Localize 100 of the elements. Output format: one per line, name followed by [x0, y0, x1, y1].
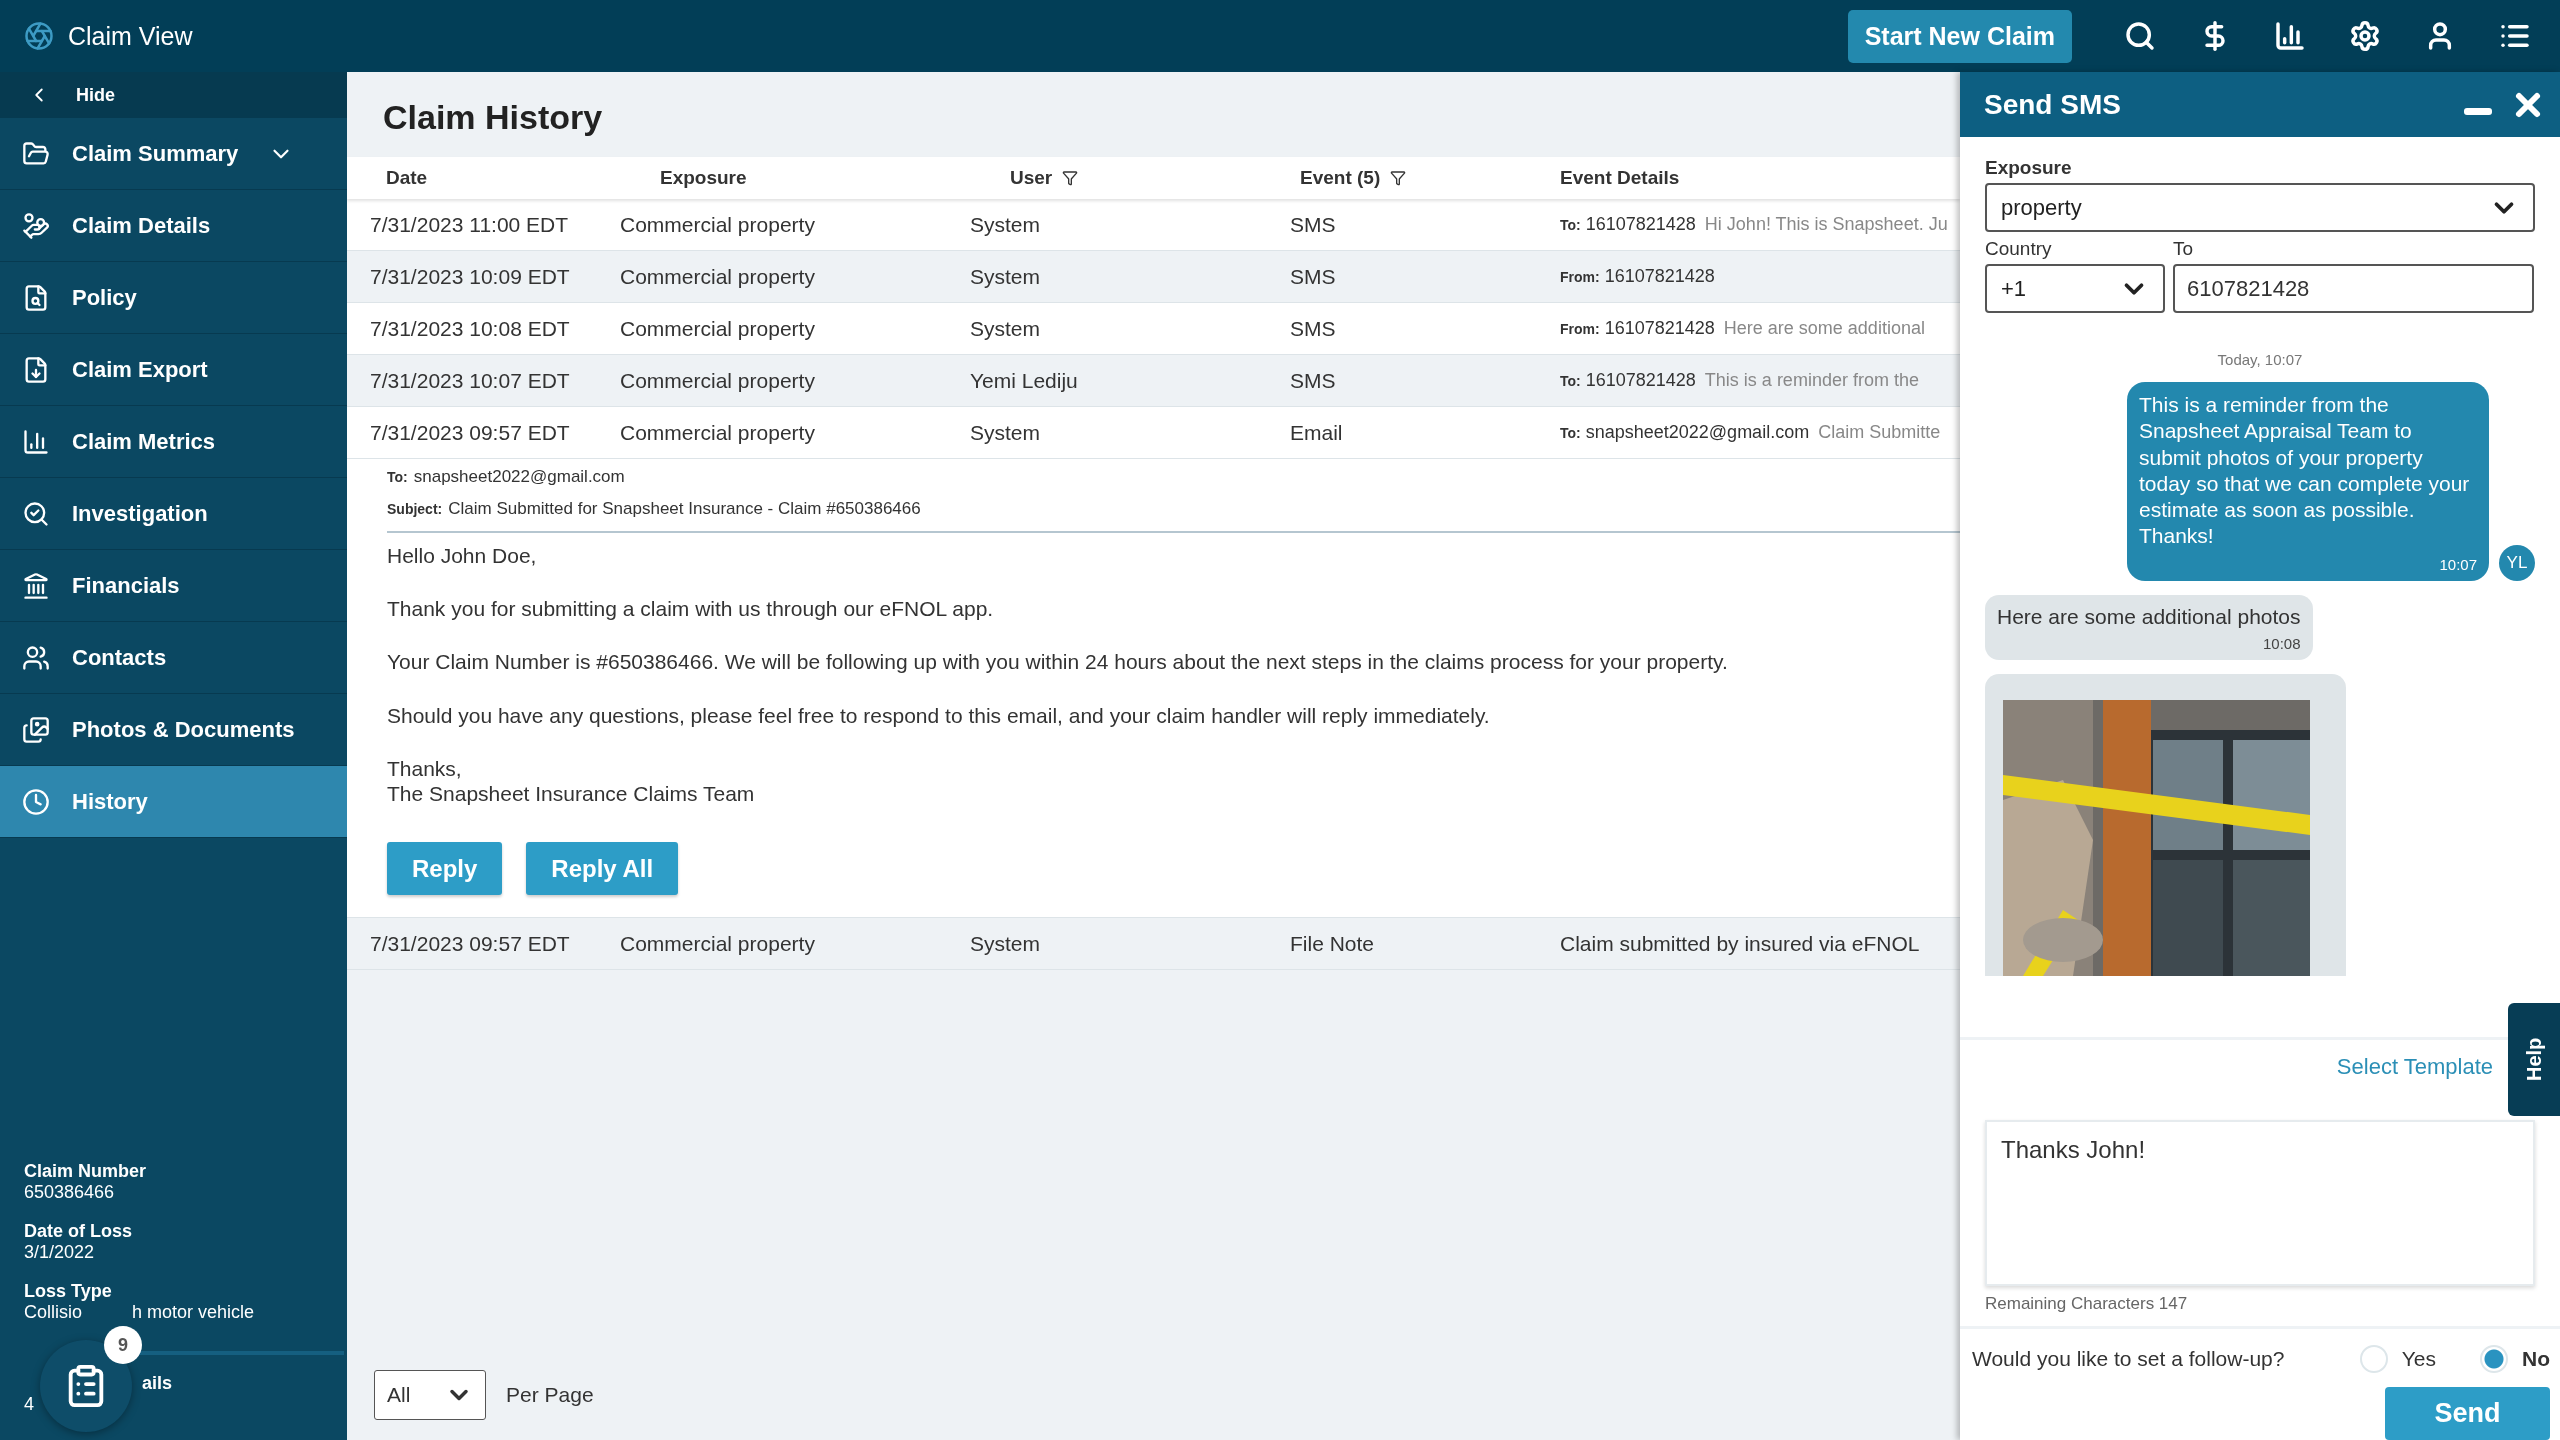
detail-address: 16107821428: [1585, 214, 1696, 235]
info-value: h motor vehicle: [132, 1302, 255, 1323]
table-cell-text: Claim submitted by insured via eFNOL: [1560, 931, 1921, 956]
table-cell-text: Yemi Lediju: [970, 368, 1079, 393]
meta-value: snapsheet2022@gmail.com: [413, 467, 625, 486]
detail-label: To:: [1560, 425, 1581, 441]
table-cell-text: Email: [1290, 420, 1344, 445]
info-value: Collisio: [24, 1302, 83, 1323]
email-paragraph: Thank you for submitting a claim with us through our eFNOL app.: [387, 596, 995, 622]
settings-icon: [2349, 20, 2381, 52]
detail-preview: Claim Submitte: [1818, 422, 1941, 443]
message-text: This is a reminder from the Snapsheet Appraisal Team to submit photos of your property today so that we can complete your estimate as soon as possible. Thanks!: [2139, 392, 2471, 550]
message-time: 10:07: [2439, 555, 2477, 573]
table-cell-text: SMS: [1290, 264, 1337, 289]
search-icon: [2124, 20, 2156, 52]
table-cell-text: Commercial property: [620, 212, 816, 237]
table-cell-text: 7/31/2023 10:07 EDT: [370, 368, 571, 393]
column-header: Event Details: [1560, 167, 1680, 189]
filter-icon[interactable]: [1390, 170, 1407, 186]
info-label: Loss Type: [24, 1281, 113, 1302]
people-icon: [22, 643, 50, 672]
column-header: User: [1010, 167, 1053, 189]
follow-up-question: Would you like to set a follow-up?: [1972, 1347, 2286, 1371]
message-field[interactable]: Thanks John!: [1985, 1120, 2535, 1286]
email-paragraph: Thanks, The Snapsheet Insurance Claims Team: [387, 755, 756, 807]
detail-label: From:: [1560, 269, 1600, 285]
radio-button[interactable]: [2359, 1345, 2388, 1373]
info-label: Date of Loss: [24, 1221, 134, 1242]
table-cell-text: Commercial property: [620, 264, 816, 289]
hand-coins-icon: [22, 211, 50, 240]
phone-field[interactable]: 6107821428: [2173, 264, 2534, 313]
images-icon: [22, 715, 50, 744]
detail-preview: Here are some additional: [1723, 318, 1925, 339]
table-cell-text: File Note: [1290, 931, 1376, 956]
per-page-label: Per Page: [506, 1383, 594, 1407]
message-time: 10:08: [2262, 634, 2301, 652]
help-tab[interactable]: Help: [2508, 1003, 2560, 1116]
field-label: Exposure: [1985, 157, 2073, 179]
bank-icon: [22, 571, 50, 600]
history-row[interactable]: 7/31/2023 10:08 EDT Commercial property System SMS From: 16107821428 Here are some additional: [347, 303, 1960, 355]
history-row[interactable]: 7/31/2023 11:00 EDT Commercial property System SMS To: 16107821428 Hi John! This is Snapsheet. Ju: [347, 199, 1960, 251]
per-page-select[interactable]: All: [374, 1370, 486, 1420]
table-cell-text: Commercial property: [620, 420, 816, 445]
date-separator: Today, 10:07: [2216, 351, 2304, 368]
table-cell-text: 7/31/2023 09:57 EDT: [370, 931, 571, 956]
remaining-characters: Remaining Characters 147: [1985, 1294, 2189, 1314]
radio-label: No: [2522, 1347, 2550, 1371]
start-new-claim-button[interactable]: Start New Claim: [1847, 9, 2072, 63]
table-cell-text: System: [970, 316, 1041, 341]
hide-button[interactable]: Hide: [0, 72, 347, 118]
email-paragraph: Should you have any questions, please feel free to respond to this email, and your claim handler will reply immediately.: [387, 702, 1491, 728]
table-cell-text: 7/31/2023 11:00 EDT: [370, 212, 570, 237]
document-check-icon: [22, 499, 50, 528]
table-cell-text: Commercial property: [620, 368, 816, 393]
select-template-link[interactable]: Select Template: [2336, 1054, 2493, 1080]
table-cell-text: 7/31/2023 10:08 EDT: [370, 316, 571, 341]
detail-address: 16107821428: [1604, 266, 1715, 287]
field-label: Country: [1985, 238, 2053, 260]
detail-label: To:: [1560, 217, 1581, 233]
meta-label: Subject:: [387, 501, 443, 517]
app-title: Claim View: [68, 21, 193, 51]
table-cell-text: System: [970, 212, 1041, 237]
logo-icon: [24, 21, 54, 51]
bar-chart-icon: [2274, 20, 2306, 52]
column-header: Event (5): [1300, 167, 1381, 189]
clock-icon: [22, 787, 50, 816]
country-select[interactable]: +1: [1985, 264, 2165, 313]
detail-label: From:: [1560, 321, 1600, 337]
detail-preview: Hi John! This is Snapsheet. Ju: [1704, 214, 1948, 235]
panel-title: Send SMS: [1984, 88, 2122, 121]
meta-label: To:: [387, 469, 408, 485]
minimize-icon: [2464, 108, 2492, 115]
bar-chart-icon: [22, 427, 50, 456]
detail-address: 16107821428: [1585, 370, 1696, 391]
table-cell-text: Commercial property: [620, 316, 816, 341]
filter-icon[interactable]: [1062, 170, 1079, 186]
column-header: Date: [386, 167, 428, 189]
history-row[interactable]: 7/31/2023 09:57 EDT Commercial property System Email To: snapsheet2022@gmail.com Claim Submitte: [347, 407, 1960, 459]
sidebar-item[interactable]: History: [0, 766, 347, 838]
table-cell-text: System: [970, 264, 1041, 289]
radio-button[interactable]: [2480, 1345, 2508, 1373]
table-cell-text: Commercial property: [620, 931, 816, 956]
table-cell-text: SMS: [1290, 368, 1337, 393]
field-label: To: [2173, 238, 2195, 260]
detail-preview: This is a reminder from the: [1704, 370, 1919, 391]
table-cell-text: System: [970, 931, 1041, 956]
radio-label: Yes: [2401, 1347, 2436, 1371]
email-paragraph: Your Claim Number is #650386466. We will be following up with you within 24 hours about the next steps in the claims process for your property.: [387, 649, 1729, 675]
table-cell-text: System: [970, 420, 1041, 445]
detail-address: 16107821428: [1604, 318, 1715, 339]
exposure-select[interactable]: property: [1985, 183, 2535, 232]
meta-value: Claim Submitted for Snapsheet Insurance - Claim #650386466: [448, 499, 921, 518]
tasks-button[interactable]: [40, 1340, 132, 1432]
info-label: Claim Number: [24, 1161, 148, 1182]
email-paragraph: Hello John Doe,: [387, 543, 538, 569]
avatar: YL: [2499, 544, 2535, 581]
table-cell-text: SMS: [1290, 316, 1337, 341]
info-value: 3/1/2022: [24, 1242, 95, 1263]
info-value: 4: [24, 1394, 34, 1415]
message-text: Here are some additional photos: [1997, 604, 2301, 629]
